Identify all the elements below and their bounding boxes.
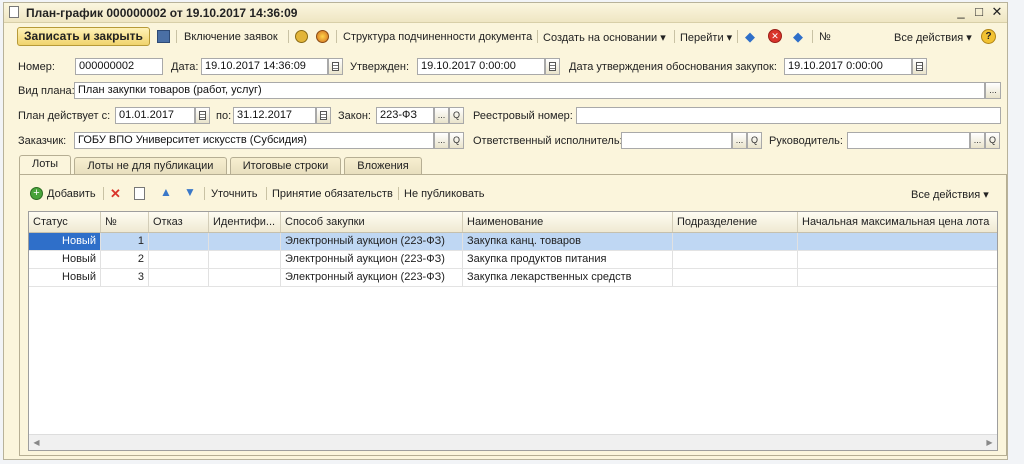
number-label: Номер: [18, 61, 55, 73]
tab-lots[interactable]: Лоты [19, 155, 71, 175]
all-actions-menu[interactable]: Все действия ▾ [894, 31, 972, 44]
calendar-icon[interactable] [316, 107, 331, 124]
move-down-icon[interactable]: ▼ [184, 185, 196, 199]
manager-field[interactable] [847, 132, 970, 149]
column-header-identifier[interactable]: Идентифи... [209, 212, 281, 232]
tab-summary-rows[interactable]: Итоговые строки [230, 157, 341, 174]
arrow-right-icon[interactable]: ◆ [793, 29, 803, 45]
maximize-button[interactable]: □ [970, 4, 988, 20]
tab-lots-not-published[interactable]: Лоты не для публикации [74, 157, 227, 174]
date-field[interactable]: 19.10.2017 14:36:09 [201, 58, 328, 75]
accept-obligations-button[interactable]: Принятие обязательств [272, 188, 393, 200]
lots-table[interactable]: Статус № Отказ Идентифи... Способ закупк… [28, 211, 998, 451]
search-icon[interactable]: Q [747, 132, 762, 149]
calendar-icon[interactable] [545, 58, 560, 75]
go-to-menu[interactable]: Перейти ▾ [680, 31, 732, 44]
chevron-down-icon: ▾ [660, 32, 666, 44]
law-field[interactable]: 223-ФЗ [376, 107, 434, 124]
number-field[interactable]: 000000002 [75, 58, 163, 75]
window-title: План-график 000000002 от 19.10.2017 14:3… [26, 6, 298, 20]
select-button[interactable]: ... [970, 132, 985, 149]
table-row[interactable]: Новый 1 Электронный аукцион (223-ФЗ) Зак… [29, 233, 997, 251]
customer-field[interactable]: ГОБУ ВПО Университет искусств (Субсидия) [74, 132, 434, 149]
arrow-left-icon[interactable]: ◆ [745, 29, 755, 45]
document-icon [9, 6, 19, 18]
valid-from-field[interactable]: 01.01.2017 [115, 107, 195, 124]
globe-icon[interactable] [316, 30, 329, 43]
select-button[interactable]: ... [985, 82, 1001, 99]
add-icon[interactable]: + [30, 187, 43, 200]
column-header-method[interactable]: Способ закупки [281, 212, 463, 232]
table-row[interactable]: Новый 3 Электронный аукцион (223-ФЗ) Зак… [29, 269, 997, 287]
responsible-label: Ответственный исполнитель: [473, 135, 623, 147]
column-header-price[interactable]: Начальная максимальная цена лота [798, 212, 997, 232]
save-and-close-button[interactable]: Записать и закрыть [17, 27, 150, 46]
registry-number-label: Реестровый номер: [473, 110, 573, 122]
close-button[interactable]: ✕ [988, 4, 1006, 20]
column-header-status[interactable]: Статус [29, 212, 101, 232]
add-button[interactable]: Добавить [47, 188, 96, 200]
justification-date-label: Дата утверждения обоснования закупок: [569, 61, 777, 73]
create-based-on-menu[interactable]: Создать на основании ▾ [543, 31, 666, 44]
help-icon[interactable]: ? [981, 29, 996, 44]
document-window: План-график 000000002 от 19.10.2017 14:3… [3, 2, 1008, 460]
column-header-department[interactable]: Подразделение [673, 212, 798, 232]
users-icon[interactable] [295, 30, 308, 43]
plan-type-label: Вид плана: [18, 85, 75, 97]
document-structure-button[interactable]: Структура подчиненности документа [343, 31, 532, 43]
law-label: Закон: [338, 110, 371, 122]
approved-date-field[interactable]: 19.10.2017 0:00:00 [417, 58, 545, 75]
copy-icon[interactable] [134, 187, 145, 200]
calendar-icon[interactable] [912, 58, 927, 75]
include-requests-button[interactable]: Включение заявок [184, 31, 278, 43]
horizontal-scrollbar[interactable]: ◀ ▶ [29, 434, 997, 450]
manager-label: Руководитель: [769, 135, 843, 147]
customer-label: Заказчик: [18, 135, 67, 147]
search-icon[interactable]: Q [449, 107, 464, 124]
delete-icon[interactable]: ✕ [110, 186, 121, 202]
do-not-publish-button[interactable]: Не публиковать [404, 188, 485, 200]
minimize-button[interactable]: _ [952, 4, 970, 20]
approved-label: Утвержден: [350, 61, 410, 73]
valid-from-label: План действует с: [18, 110, 111, 122]
justification-date-field[interactable]: 19.10.2017 0:00:00 [784, 58, 912, 75]
calendar-icon[interactable] [328, 58, 343, 75]
scroll-left-icon[interactable]: ◀ [31, 437, 42, 448]
chevron-down-icon: ▾ [983, 189, 989, 201]
table-header: Статус № Отказ Идентифи... Способ закупк… [29, 212, 997, 233]
stop-icon[interactable]: ✕ [768, 29, 782, 43]
select-button[interactable]: ... [434, 132, 449, 149]
column-header-number[interactable]: № [101, 212, 149, 232]
main-toolbar: Записать и закрыть Включение заявок Стру… [4, 24, 1007, 48]
column-header-name[interactable]: Наименование [463, 212, 673, 232]
chevron-down-icon: ▾ [726, 32, 733, 44]
responsible-field[interactable] [621, 132, 732, 149]
select-button[interactable]: ... [434, 107, 449, 124]
search-icon[interactable]: Q [449, 132, 464, 149]
number-sign-button[interactable]: № [819, 31, 831, 43]
search-icon[interactable]: Q [985, 132, 1000, 149]
valid-to-label: по: [216, 110, 232, 122]
chevron-down-icon: ▾ [966, 32, 972, 44]
date-label: Дата: [171, 61, 199, 73]
scroll-right-icon[interactable]: ▶ [984, 437, 995, 448]
plan-type-field[interactable]: План закупки товаров (работ, услуг) [74, 82, 985, 99]
floppy-disk-icon[interactable] [157, 30, 170, 43]
refine-button[interactable]: Уточнить [211, 188, 258, 200]
lots-all-actions-menu[interactable]: Все действия ▾ [911, 188, 989, 201]
move-up-icon[interactable]: ▲ [160, 185, 172, 199]
column-header-refusal[interactable]: Отказ [149, 212, 209, 232]
tab-attachments[interactable]: Вложения [344, 157, 422, 174]
valid-to-field[interactable]: 31.12.2017 [233, 107, 316, 124]
select-button[interactable]: ... [732, 132, 747, 149]
title-bar: План-график 000000002 от 19.10.2017 14:3… [4, 3, 1007, 23]
table-row[interactable]: Новый 2 Электронный аукцион (223-ФЗ) Зак… [29, 251, 997, 269]
registry-number-field[interactable] [576, 107, 1001, 124]
calendar-icon[interactable] [195, 107, 210, 124]
